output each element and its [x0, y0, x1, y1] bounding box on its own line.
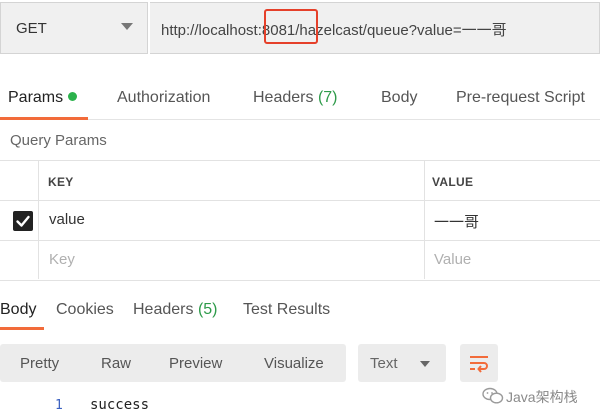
- method-label: GET: [16, 20, 47, 37]
- headers-count: (7): [317, 89, 338, 106]
- line-number: 1: [55, 398, 63, 413]
- value-placeholder-input[interactable]: Value: [434, 251, 471, 268]
- watermark: Java架构栈: [480, 382, 600, 410]
- tab-test-results[interactable]: Test Results: [243, 301, 330, 319]
- watermark-text: Java架构栈: [506, 389, 578, 405]
- key-column-header: KEY: [48, 175, 74, 189]
- tabs-divider: [0, 119, 600, 120]
- table-header-row: KEY VALUE: [0, 161, 600, 201]
- query-params-title: Query Params: [10, 132, 107, 149]
- request-tabs: Params Authorization Headers (7) Body Pr…: [0, 80, 600, 120]
- tab-pre-request-label: Pre-request Script: [456, 89, 585, 106]
- response-text: success: [90, 397, 150, 413]
- wechat-logo-icon: [482, 387, 504, 404]
- tab-body[interactable]: Body: [381, 89, 417, 107]
- value-column-header: VALUE: [432, 175, 474, 189]
- view-preview-button[interactable]: Preview: [169, 355, 222, 372]
- method-select[interactable]: GET: [0, 2, 148, 54]
- tab-cookies[interactable]: Cookies: [56, 301, 114, 319]
- port-highlight-annotation: [264, 9, 318, 44]
- row-enabled-checkbox[interactable]: [13, 211, 33, 231]
- tab-pre-request-script[interactable]: Pre-request Script: [456, 89, 585, 107]
- checkmark-icon: [16, 215, 30, 227]
- tab-response-headers-label: Headers: [133, 301, 194, 318]
- tab-authorization-label: Authorization: [117, 89, 211, 106]
- column-divider: [424, 160, 425, 279]
- active-dot-icon: [68, 92, 78, 101]
- view-pretty-button[interactable]: Pretty: [20, 355, 59, 372]
- response-tabs: Body Cookies Headers (5) Test Results: [0, 296, 600, 330]
- tab-response-headers[interactable]: Headers (5): [133, 301, 218, 319]
- view-raw-button[interactable]: Raw: [101, 355, 131, 372]
- tab-body-label: Body: [381, 89, 418, 106]
- url-input[interactable]: http://localhost:8081/hazelcast/queue?va…: [150, 2, 600, 54]
- view-visualize-button[interactable]: Visualize: [264, 355, 324, 372]
- column-divider: [38, 160, 39, 279]
- tab-authorization[interactable]: Authorization: [117, 89, 210, 107]
- view-mode-group: Pretty Raw Preview Visualize: [0, 344, 346, 382]
- param-value[interactable]: 一一哥: [434, 211, 479, 232]
- format-label: Text: [370, 355, 398, 372]
- key-placeholder-input[interactable]: Key: [49, 251, 75, 268]
- tab-headers[interactable]: Headers (7): [253, 89, 338, 107]
- chevron-down-icon: [121, 23, 133, 30]
- tab-response-body[interactable]: Body: [0, 301, 36, 319]
- chevron-down-icon: [420, 361, 430, 367]
- tab-params-label: Params: [8, 89, 64, 106]
- response-headers-count: (5): [197, 301, 218, 318]
- wrap-lines-icon: [470, 356, 488, 373]
- tab-params[interactable]: Params: [8, 89, 78, 107]
- active-response-tab-underline: [0, 327, 44, 330]
- wrap-lines-button[interactable]: [460, 344, 498, 382]
- active-tab-underline: [0, 117, 88, 120]
- url-text: http://localhost:8081/hazelcast/queue?va…: [161, 22, 507, 39]
- query-params-table: KEY VALUE value 一一哥 Key Value: [0, 160, 600, 281]
- format-select[interactable]: Text: [358, 344, 446, 382]
- param-key[interactable]: value: [49, 211, 85, 228]
- table-row-new: Key Value: [0, 241, 600, 281]
- tab-headers-label: Headers: [253, 89, 314, 106]
- table-row: value 一一哥: [0, 201, 600, 241]
